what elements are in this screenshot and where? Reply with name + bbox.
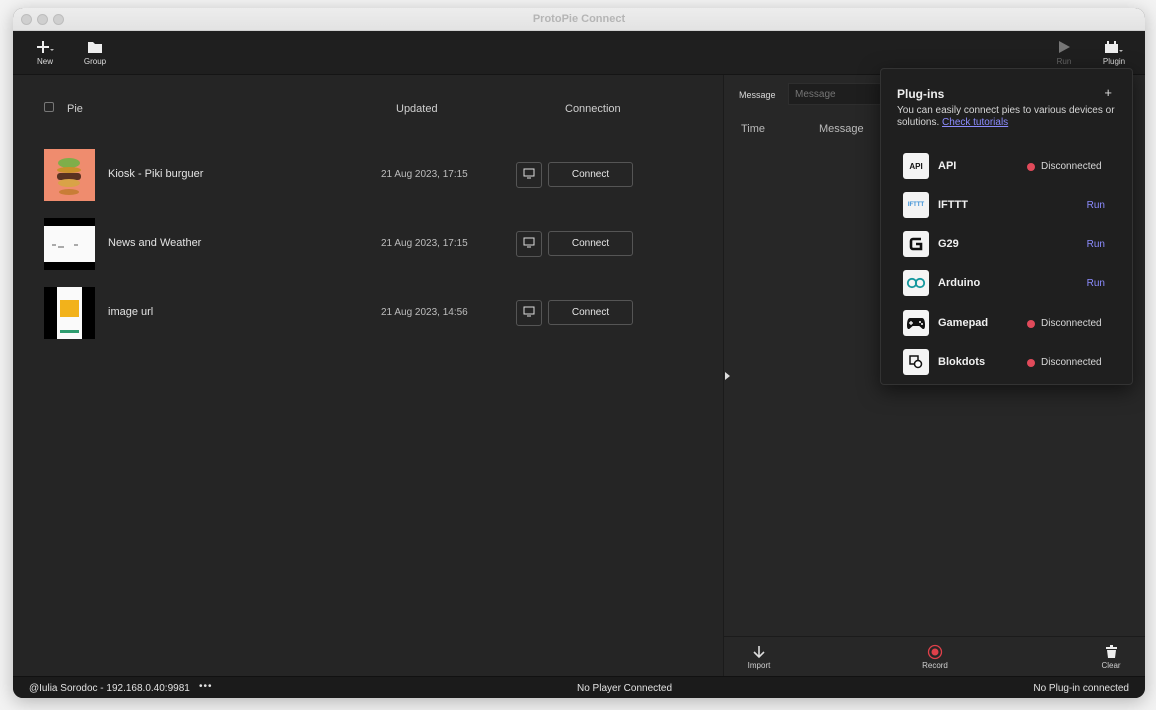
pie-row[interactable]: image url 21 Aug 2023, 14:56 Connect — [13, 287, 723, 339]
monitor-icon — [523, 166, 535, 184]
plugin-name: Blokdots — [938, 356, 986, 368]
plugin-item-g29[interactable]: G29 Run — [903, 231, 1113, 257]
log-column-message: Message — [819, 123, 864, 135]
disconnected-dot-icon — [1027, 319, 1035, 328]
connect-button[interactable]: Connect — [548, 231, 633, 256]
run-plugin-button[interactable]: Run — [1087, 278, 1105, 289]
monitor-icon — [523, 235, 535, 253]
pie-thumbnail — [44, 218, 95, 270]
disconnected-dot-icon — [1027, 162, 1035, 171]
collapse-panel-arrow-icon[interactable] — [725, 372, 730, 380]
plugin-status: Disconnected — [1027, 357, 1102, 368]
new-button[interactable]: New — [25, 37, 65, 66]
clear-button[interactable]: Clear — [1091, 643, 1131, 670]
pie-thumbnail — [44, 287, 95, 339]
record-label: Record — [922, 661, 948, 670]
clear-label: Clear — [1101, 661, 1121, 670]
pie-updated: 21 Aug 2023, 14:56 — [381, 307, 468, 318]
plugin-item-arduino[interactable]: Arduino Run — [903, 270, 1113, 296]
plugins-description: You can easily connect pies to various d… — [897, 105, 1122, 129]
plugin-name: API — [938, 160, 957, 172]
gamepad-icon — [903, 310, 929, 336]
pie-row[interactable]: News and Weather 21 Aug 2023, 17:15 Conn… — [13, 218, 723, 270]
plugin-status: Disconnected — [1027, 318, 1102, 329]
select-all-checkbox[interactable] — [44, 102, 54, 112]
connect-button[interactable]: Connect — [548, 162, 633, 187]
group-label: Group — [83, 57, 107, 66]
open-in-desktop-button[interactable] — [516, 231, 542, 257]
pie-thumbnail — [44, 149, 95, 201]
import-button[interactable]: Import — [739, 643, 779, 670]
group-button[interactable]: Group — [75, 37, 115, 66]
status-bar: @Iulia Sorodoc - 192.168.0.40:9981 ••• N… — [13, 676, 1145, 698]
plugin-icon — [1094, 37, 1134, 57]
run-plugin-button[interactable]: Run — [1087, 239, 1105, 250]
pie-name[interactable]: Kiosk - Piki burguer — [108, 168, 203, 180]
pie-updated: 21 Aug 2023, 17:15 — [381, 238, 468, 249]
g29-icon — [903, 231, 929, 257]
plus-icon — [25, 37, 65, 57]
column-header-pie: Pie — [67, 103, 83, 115]
pie-updated: 21 Aug 2023, 17:15 — [381, 169, 468, 180]
disconnected-dot-icon — [1027, 358, 1035, 367]
plugin-item-gamepad[interactable]: Gamepad Disconnected — [903, 310, 1113, 336]
new-label: New — [36, 57, 53, 66]
record-icon — [915, 643, 955, 661]
connect-button[interactable]: Connect — [548, 300, 633, 325]
trash-icon — [1091, 643, 1131, 661]
message-label: Message — [739, 90, 776, 100]
arrow-down-icon — [739, 643, 779, 661]
log-bottom-bar: Import Record Clear — [724, 636, 1145, 676]
player-status: No Player Connected — [577, 683, 673, 694]
plugin-name: Arduino — [938, 277, 981, 289]
import-label: Import — [747, 661, 771, 670]
plugin-name: IFTTT — [938, 199, 968, 211]
monitor-icon — [523, 304, 535, 322]
plugin-label: Plugin — [1102, 57, 1126, 66]
plugin-item-ifttt[interactable]: IFTTT IFTTT Run — [903, 192, 1113, 218]
play-icon — [1044, 37, 1084, 57]
run-label: Run — [1056, 57, 1072, 66]
plugin-status: No Plug-in connected — [1033, 683, 1129, 694]
plugin-item-api[interactable]: API API Disconnected — [903, 153, 1113, 179]
api-icon: API — [903, 153, 929, 179]
plugins-popup: Plug-ins + You can easily connect pies t… — [880, 68, 1133, 385]
pie-name[interactable]: News and Weather — [108, 237, 201, 249]
window-title: ProtoPie Connect — [532, 13, 626, 25]
open-in-desktop-button[interactable] — [516, 300, 542, 326]
plugin-status-text: Disconnected — [1041, 357, 1102, 368]
open-in-desktop-button[interactable] — [516, 162, 542, 188]
add-plugin-button[interactable]: + — [1104, 85, 1112, 100]
plugins-title: Plug-ins — [897, 87, 945, 101]
plugin-status-text: Disconnected — [1041, 161, 1102, 172]
plugin-name: Gamepad — [938, 317, 989, 329]
check-tutorials-link[interactable]: Check tutorials — [942, 117, 1008, 128]
plugin-button[interactable]: Plugin — [1094, 37, 1134, 66]
pie-name[interactable]: image url — [108, 306, 153, 318]
blokdots-icon — [903, 349, 929, 375]
user-address: @Iulia Sorodoc - 192.168.0.40:9981 — [29, 683, 190, 694]
folder-icon — [75, 37, 115, 57]
ifttt-icon: IFTTT — [903, 192, 929, 218]
plugin-name: G29 — [938, 238, 959, 250]
pie-list-pane: Pie Updated Connection Kiosk - Piki burg… — [13, 75, 723, 676]
title-bar: ProtoPie Connect — [13, 8, 1145, 31]
column-header-updated: Updated — [396, 103, 438, 115]
plugin-status: Disconnected — [1027, 161, 1102, 172]
log-column-time: Time — [741, 123, 766, 135]
pie-row[interactable]: Kiosk - Piki burguer 21 Aug 2023, 17:15 … — [13, 149, 723, 201]
plugin-item-blokdots[interactable]: Blokdots Disconnected — [903, 349, 1113, 375]
column-header-connection: Connection — [565, 103, 621, 115]
run-button[interactable]: Run — [1044, 37, 1084, 66]
app-window: ProtoPie Connect New Group Run Plugin Pi… — [13, 8, 1145, 698]
plugin-status-text: Disconnected — [1041, 318, 1102, 329]
record-button[interactable]: Record — [915, 643, 955, 670]
more-options-icon[interactable]: ••• — [199, 681, 213, 692]
run-plugin-button[interactable]: Run — [1087, 200, 1105, 211]
arduino-icon — [903, 270, 929, 296]
